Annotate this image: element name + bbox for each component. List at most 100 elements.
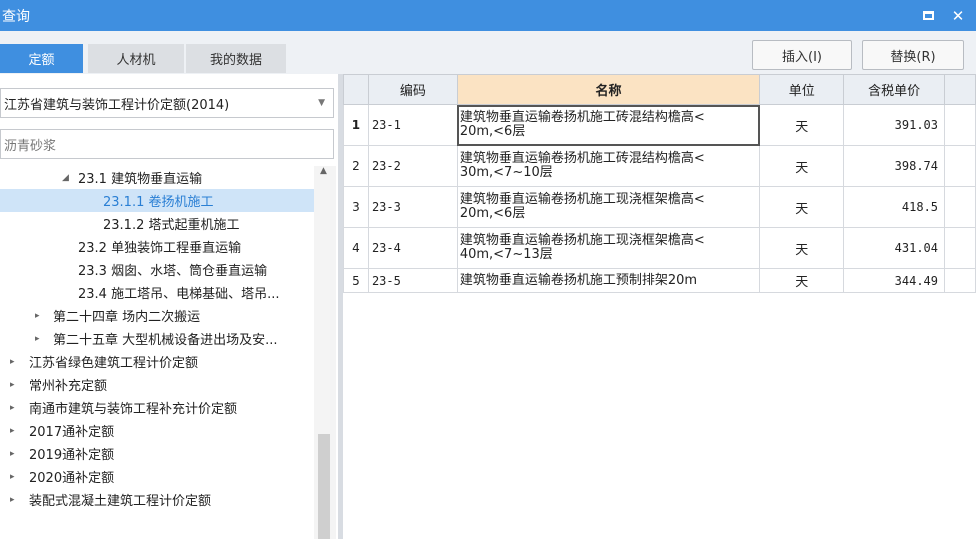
cell-name-line1: 建筑物垂直运输卷扬机施工预制排架20m: [459, 272, 698, 288]
tree-node[interactable]: ▸ 2019通补定额: [0, 442, 314, 465]
tree-node[interactable]: ▸ 常州补充定额: [0, 373, 314, 396]
replace-button[interactable]: 替换(R): [862, 40, 964, 70]
expand-icon[interactable]: ▸: [35, 311, 40, 321]
tree-node[interactable]: 23.2 单独装饰工程垂直运输: [0, 235, 314, 258]
left-panel: 江苏省建筑与装饰工程计价定额(2014) ▼ 沥青砂浆 ◢ 23.1 建筑物垂直…: [0, 74, 338, 539]
header-extra[interactable]: [944, 74, 976, 105]
tree-node[interactable]: ▸ 南通市建筑与装饰工程补充计价定额: [0, 396, 314, 419]
expand-icon[interactable]: ▸: [10, 495, 15, 505]
header-price[interactable]: 含税单价: [843, 74, 946, 105]
tree-node-label: 第二十五章 大型机械设备进出场及安...: [53, 333, 278, 348]
row-number: 4: [343, 227, 369, 269]
tab-my-data[interactable]: 我的数据: [186, 44, 286, 73]
cell-price[interactable]: 344.49: [843, 268, 946, 293]
cell-code[interactable]: 23-4: [367, 227, 458, 269]
cell-price[interactable]: 431.04: [843, 227, 946, 269]
chevron-down-icon[interactable]: ▼: [318, 98, 325, 108]
expand-icon[interactable]: ▸: [10, 426, 15, 436]
expand-icon[interactable]: ▸: [10, 449, 15, 459]
cell-code[interactable]: 23-2: [367, 145, 458, 187]
cell-price[interactable]: 418.5: [843, 186, 946, 228]
cell-code[interactable]: 23-1: [367, 104, 458, 146]
tree-node[interactable]: ▸ 装配式混凝土建筑工程计价定额: [0, 488, 314, 511]
search-input[interactable]: 沥青砂浆: [0, 129, 334, 159]
close-icon: ✕: [951, 6, 965, 25]
cell-extra[interactable]: [944, 145, 976, 187]
table-row[interactable]: 5 23-5 建筑物垂直运输卷扬机施工预制排架20m 天 344.49: [343, 268, 976, 293]
cell-extra[interactable]: [944, 186, 976, 228]
cell-unit[interactable]: 天: [759, 186, 845, 228]
header-code[interactable]: 编码: [367, 74, 458, 105]
tree-node-selected[interactable]: 23.1.1 卷扬机施工: [0, 189, 314, 212]
cell-name-line1: 建筑物垂直运输卷扬机施工现浇框架檐高<: [459, 233, 705, 248]
tree-node[interactable]: ▸ 2017通补定额: [0, 419, 314, 442]
cell-extra[interactable]: [944, 268, 976, 293]
library-select-value: 江苏省建筑与装饰工程计价定额(2014): [4, 97, 230, 113]
cell-name[interactable]: 建筑物垂直运输卷扬机施工砖混结构檐高< 20m,<6层: [456, 104, 761, 146]
tree-node-label: 南通市建筑与装饰工程补充计价定额: [29, 402, 238, 417]
cell-name-line1: 建筑物垂直运输卷扬机施工砖混结构檐高<: [459, 110, 705, 125]
close-button[interactable]: ✕: [944, 0, 972, 31]
tree-node[interactable]: 23.3 烟囱、水塔、筒仓垂直运输: [0, 258, 314, 281]
row-number: 5: [343, 268, 369, 293]
cell-name[interactable]: 建筑物垂直运输卷扬机施工砖混结构檐高< 30m,<7~10层: [456, 145, 761, 187]
cell-extra[interactable]: [944, 227, 976, 269]
tree-node-label: 2020通补定额: [29, 471, 115, 486]
table-row[interactable]: 2 23-2 建筑物垂直运输卷扬机施工砖混结构檐高< 30m,<7~10层 天 …: [343, 145, 976, 187]
cell-name[interactable]: 建筑物垂直运输卷扬机施工现浇框架檐高< 40m,<7~13层: [456, 227, 761, 269]
insert-button[interactable]: 插入(I): [752, 40, 852, 70]
tree-node[interactable]: 23.1.2 塔式起重机施工: [0, 212, 314, 235]
maximize-icon: [922, 11, 934, 20]
window-titlebar: 查询 ✕: [0, 0, 976, 31]
cell-price[interactable]: 398.74: [843, 145, 946, 187]
tree-node[interactable]: 23.4 施工塔吊、电梯基础、塔吊...: [0, 281, 314, 304]
scroll-up-icon[interactable]: ▲: [320, 166, 327, 176]
maximize-button[interactable]: [914, 0, 942, 31]
tree-node-label: 2019通补定额: [29, 448, 115, 463]
tree-node[interactable]: ▸ 江苏省绿色建筑工程计价定额: [0, 350, 314, 373]
table-header-row: 编码 名称 单位 含税单价: [343, 74, 976, 105]
results-table: 编码 名称 单位 含税单价 1 23-1 建筑物垂直运输卷扬机施工砖混结构檐高<…: [343, 74, 976, 293]
tab-quota[interactable]: 定额: [0, 44, 83, 73]
cell-unit[interactable]: 天: [759, 268, 845, 293]
table-row[interactable]: 1 23-1 建筑物垂直运输卷扬机施工砖混结构檐高< 20m,<6层 天 391…: [343, 104, 976, 146]
cell-code[interactable]: 23-3: [367, 186, 458, 228]
cell-name-line2: 20m,<6层: [459, 124, 526, 139]
cell-unit[interactable]: 天: [759, 227, 845, 269]
library-select[interactable]: 江苏省建筑与装饰工程计价定额(2014) ▼: [0, 88, 334, 118]
row-number: 3: [343, 186, 369, 228]
table-row[interactable]: 3 23-3 建筑物垂直运输卷扬机施工现浇框架檐高< 20m,<6层 天 418…: [343, 186, 976, 228]
cell-price[interactable]: 391.03: [843, 104, 946, 146]
tree-node[interactable]: ◢ 23.1 建筑物垂直运输: [0, 166, 314, 189]
tree-node-label: 23.1.2 塔式起重机施工: [103, 218, 240, 233]
cell-extra[interactable]: [944, 104, 976, 146]
tree-node-label: 23.3 烟囱、水塔、筒仓垂直运输: [78, 264, 268, 279]
cell-code[interactable]: 23-5: [367, 268, 458, 293]
cell-name[interactable]: 建筑物垂直运输卷扬机施工预制排架20m: [456, 268, 761, 293]
tree-scrollbar[interactable]: ▲: [314, 166, 336, 539]
results-panel: 编码 名称 单位 含税单价 1 23-1 建筑物垂直运输卷扬机施工砖混结构檐高<…: [343, 74, 976, 539]
collapse-icon[interactable]: ◢: [62, 173, 69, 183]
cell-name[interactable]: 建筑物垂直运输卷扬机施工现浇框架檐高< 20m,<6层: [456, 186, 761, 228]
tree-node-label: 23.2 单独装饰工程垂直运输: [78, 241, 242, 256]
cell-name-line1: 建筑物垂直运输卷扬机施工砖混结构檐高<: [459, 151, 705, 166]
tree-node[interactable]: ▸ 2020通补定额: [0, 465, 314, 488]
expand-icon[interactable]: ▸: [10, 403, 15, 413]
header-rownum: [343, 74, 369, 105]
scrollbar-thumb[interactable]: [318, 434, 330, 539]
tree-node[interactable]: ▸ 第二十四章 场内二次搬运: [0, 304, 314, 327]
tree-node[interactable]: ▸ 第二十五章 大型机械设备进出场及安...: [0, 327, 314, 350]
table-row[interactable]: 4 23-4 建筑物垂直运输卷扬机施工现浇框架檐高< 40m,<7~13层 天 …: [343, 227, 976, 269]
cell-unit[interactable]: 天: [759, 104, 845, 146]
tree-node-label: 江苏省绿色建筑工程计价定额: [29, 356, 199, 371]
expand-icon[interactable]: ▸: [10, 380, 15, 390]
expand-icon[interactable]: ▸: [10, 472, 15, 482]
tree-node-label: 装配式混凝土建筑工程计价定额: [29, 494, 212, 509]
cell-unit[interactable]: 天: [759, 145, 845, 187]
header-unit[interactable]: 单位: [759, 74, 845, 105]
tab-labor-material-machine[interactable]: 人材机: [88, 44, 184, 73]
header-name[interactable]: 名称: [456, 74, 761, 105]
expand-icon[interactable]: ▸: [10, 357, 15, 367]
tree-node-label: 23.4 施工塔吊、电梯基础、塔吊...: [78, 287, 280, 302]
expand-icon[interactable]: ▸: [35, 334, 40, 344]
